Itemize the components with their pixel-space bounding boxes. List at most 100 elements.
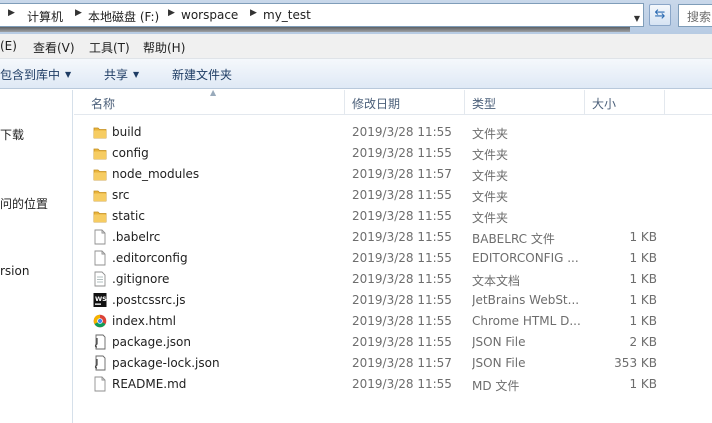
file-row[interactable]: .editorconfig 2019/3/28 11:55 EDITORCONFIG… [74,248,712,269]
nav-item-downloads[interactable]: 下载 [0,126,24,143]
file-icon [93,376,107,392]
folder-icon [93,208,107,224]
chevron-down-icon: ▼ [133,70,140,79]
search-input[interactable]: 搜索 [678,4,712,27]
file-name: index.html [112,314,176,328]
command-toolbar: 包含到库中 ▼ 共享 ▼ 新建文件夹 [0,59,712,89]
refresh-icon: ⇆ [654,7,666,22]
file-size: 1 KB [629,251,657,265]
file-name: .gitignore [112,272,170,286]
menu-edit[interactable]: (E) [0,39,17,53]
file-modified: 2019/3/28 11:55 [352,377,452,391]
breadcrumb-arrow-icon[interactable]: ▶ [250,8,257,18]
file-type: JetBrains WebSt... [472,293,580,307]
file-row[interactable]: README.md 2019/3/28 11:55 MD 文件 1 KB [74,374,712,395]
breadcrumb-computer[interactable]: 计算机 [27,8,63,25]
breadcrumb-arrow-icon[interactable]: ▶ [75,8,82,18]
column-type[interactable]: 类型 [472,95,496,112]
file-name: package.json [112,335,192,349]
file-modified: 2019/3/28 11:55 [352,251,452,265]
file-list: ▲ 名称 修改日期 类型 大小 build 2019/3/28 11:55 文件夹 c… [74,88,712,423]
file-row[interactable]: .babelrc 2019/3/28 11:55 BABELRC 文件 1 KB [74,227,712,248]
file-name: package-lock.json [112,356,220,370]
file-size: 1 KB [629,230,657,244]
file-row[interactable]: .gitignore 2019/3/28 11:55 文本文档 1 KB [74,269,712,290]
file-type: EDITORCONFIG ... [472,251,579,265]
file-name: build [112,125,142,139]
file-name: config [112,146,149,160]
address-dropdown-icon[interactable]: ▼ [630,8,644,30]
file-modified: 2019/3/28 11:55 [352,146,452,160]
file-modified: 2019/3/28 11:57 [352,356,452,370]
file-name: static [112,209,145,223]
file-modified: 2019/3/28 11:55 [352,314,452,328]
file-type: JSON File [472,356,526,370]
file-type: 文件夹 [472,211,509,225]
file-size: 353 KB [614,356,657,370]
column-size[interactable]: 大小 [592,95,616,112]
breadcrumb-my-test[interactable]: my_test [263,8,311,22]
share-label: 共享 [104,68,129,82]
file-row[interactable]: WS .postcssrc.js 2019/3/28 11:55 JetBrains … [74,290,712,311]
file-row[interactable]: package.json 2019/3/28 11:55 JSON File 2 KB [74,332,712,353]
file-row[interactable]: index.html 2019/3/28 11:55 Chrome HTML D..… [74,311,712,332]
nav-item-subversion[interactable]: rsion [0,264,29,278]
column-name[interactable]: 名称 [91,95,115,112]
folder-icon [93,145,107,161]
file-modified: 2019/3/28 11:55 [352,293,452,307]
window-shadow [0,27,630,32]
file-size: 2 KB [629,335,657,349]
breadcrumb-arrow-icon[interactable]: ▶ [168,8,175,18]
column-divider[interactable] [664,90,665,115]
file-size: 1 KB [629,377,657,391]
breadcrumb-worspace[interactable]: worspace [181,8,238,22]
file-row[interactable]: static 2019/3/28 11:55 文件夹 [74,206,712,227]
file-modified: 2019/3/28 11:57 [352,167,452,181]
menu-tools[interactable]: 工具(T) [89,39,130,56]
folder-icon [93,187,107,203]
chrome-icon [93,313,107,329]
address-row: ▶ 计算机 ▶ 本地磁盘 (F:) ▶ worspace ▶ my_test ▼… [0,0,712,34]
file-row[interactable]: build 2019/3/28 11:55 文件夹 [74,122,712,143]
file-type: 文本文档 [472,274,521,288]
column-divider[interactable] [584,90,585,115]
breadcrumb-arrow-icon[interactable]: ▶ [8,8,15,18]
file-name: src [112,188,130,202]
file-type: JSON File [472,335,526,349]
file-row[interactable]: src 2019/3/28 11:55 文件夹 [74,185,712,206]
column-divider[interactable] [344,90,345,115]
breadcrumb-drive[interactable]: 本地磁盘 (F:) [88,8,159,25]
column-modified[interactable]: 修改日期 [352,95,400,112]
webstorm-icon: WS [93,292,107,308]
menu-view[interactable]: 查看(V) [33,39,75,56]
include-in-library-label: 包含到库中 [0,68,61,82]
file-icon [93,229,107,245]
file-modified: 2019/3/28 11:55 [352,335,452,349]
folder-icon [93,166,107,182]
share-button[interactable]: 共享 ▼ [104,66,139,83]
file-row[interactable]: config 2019/3/28 11:55 文件夹 [74,143,712,164]
file-row[interactable]: node_modules 2019/3/28 11:57 文件夹 [74,164,712,185]
refresh-button[interactable]: ⇆ [649,4,671,26]
file-name: node_modules [112,167,200,181]
json-file-icon [93,355,107,371]
file-modified: 2019/3/28 11:55 [352,230,452,244]
nav-item-recent-places[interactable]: 问的位置 [0,195,48,212]
include-in-library-button[interactable]: 包含到库中 ▼ [0,66,71,83]
new-folder-button[interactable]: 新建文件夹 [172,66,232,83]
navigation-pane: 下载 问的位置 rsion [0,90,73,423]
file-type: BABELRC 文件 [472,232,555,246]
file-modified: 2019/3/28 11:55 [352,125,452,139]
file-name: README.md [112,377,187,391]
column-divider[interactable] [464,90,465,115]
svg-text:WS: WS [95,295,107,303]
search-placeholder: 搜索 [687,10,712,24]
file-type: MD 文件 [472,379,520,393]
file-type: 文件夹 [472,127,509,141]
sort-ascending-icon: ▲ [210,88,217,97]
folder-icon [93,124,107,140]
address-bar[interactable]: ▶ 计算机 ▶ 本地磁盘 (F:) ▶ worspace ▶ my_test ▼ [0,3,644,27]
menu-help[interactable]: 帮助(H) [143,39,185,56]
file-row[interactable]: package-lock.json 2019/3/28 11:57 JSON Fil… [74,353,712,374]
file-modified: 2019/3/28 11:55 [352,272,452,286]
